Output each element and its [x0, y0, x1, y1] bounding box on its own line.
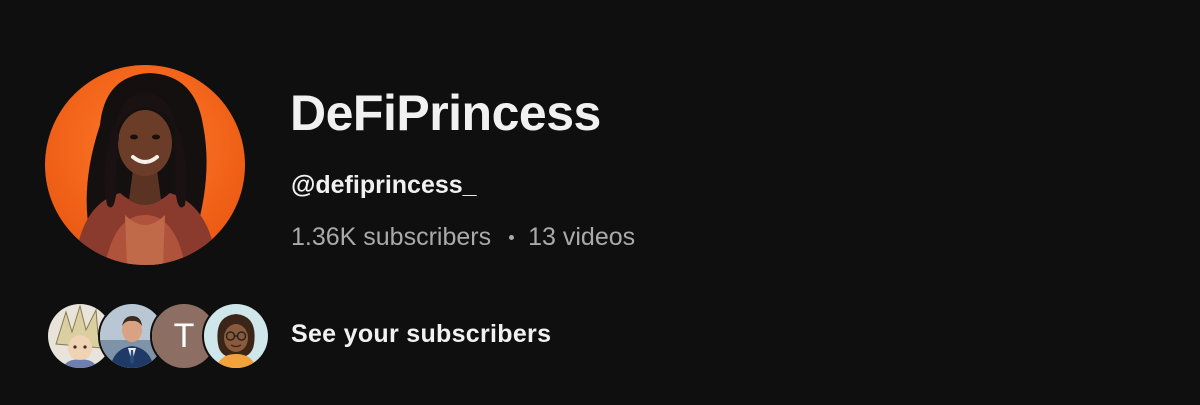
- channel-header: DeFiPrincess @defiprincess_ 1.36K subscr…: [0, 0, 1200, 405]
- cartoon-woman-avatar-icon: [204, 304, 268, 368]
- stat-separator-dot: [509, 235, 515, 240]
- channel-name: DeFiPrincess: [290, 85, 601, 141]
- channel-avatar[interactable]: [45, 65, 245, 265]
- subscriber-count: 1.36K subscribers: [291, 223, 492, 251]
- video-count: 13 videos: [528, 223, 636, 251]
- subscriber-avatar: [202, 302, 270, 370]
- see-subscribers-label[interactable]: See your subscribers: [291, 320, 551, 349]
- channel-avatar-photo-icon: [45, 65, 245, 265]
- see-subscribers-link[interactable]: T See your subscribers: [46, 302, 551, 370]
- subscriber-avatar-stack: T: [46, 302, 270, 370]
- channel-stats: 1.36K subscribers 13 videos: [291, 223, 635, 252]
- channel-handle: @defiprincess_: [291, 171, 477, 199]
